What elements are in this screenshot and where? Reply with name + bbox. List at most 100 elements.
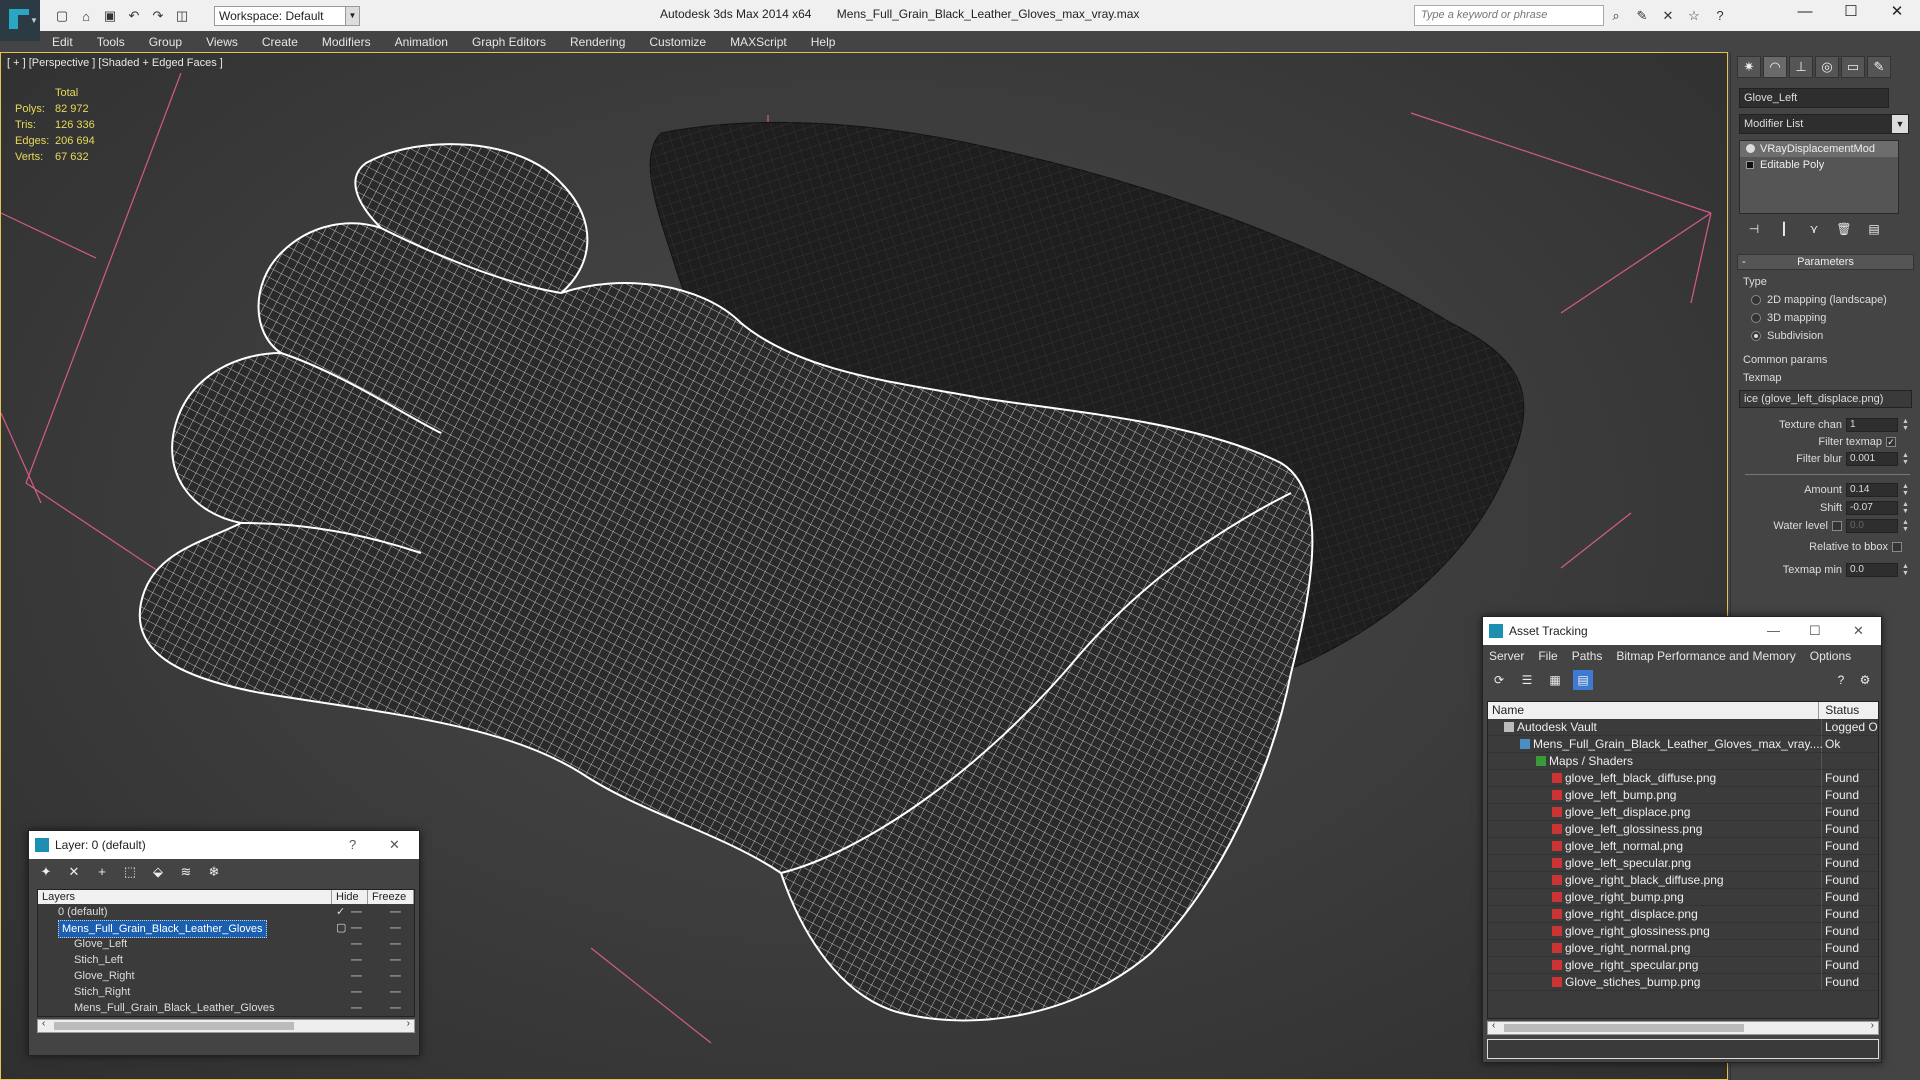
menu-tools[interactable]: Tools [85, 35, 137, 49]
layer-row[interactable]: Glove_Right ━━ ━━ [38, 968, 414, 984]
col-freeze[interactable]: Freeze [368, 890, 414, 904]
texture-chan-spinner[interactable]: 1 [1846, 418, 1898, 432]
select-objects-icon[interactable]: ⬚ [121, 863, 139, 881]
menu-modifiers[interactable]: Modifiers [310, 35, 383, 49]
layer-row[interactable]: Glove_Left ━━ ━━ [38, 936, 414, 952]
menu-help[interactable]: Help [799, 35, 848, 49]
scroll-right-icon[interactable]: › [407, 1018, 410, 1029]
menu-customize[interactable]: Customize [637, 35, 718, 49]
asset-row[interactable]: glove_left_bump.png Found [1488, 787, 1878, 804]
object-name-field[interactable]: Glove_Left [1739, 88, 1889, 108]
scrollbar-thumb[interactable] [1504, 1024, 1744, 1032]
save-file-icon[interactable]: ▣ [100, 6, 120, 26]
close-icon[interactable]: ✕ [1853, 617, 1864, 645]
close-icon[interactable]: ✕ [1874, 0, 1920, 26]
freeze-toggle[interactable]: ━━ [390, 904, 401, 920]
thumbnail-view-icon[interactable]: ▦ [1545, 670, 1565, 690]
dialog-title-bar[interactable]: Layer: 0 (default) ? ✕ [29, 831, 419, 859]
col-status[interactable]: Status [1819, 702, 1878, 719]
hide-toggle[interactable]: ━━ [351, 984, 362, 1000]
asset-row[interactable]: glove_right_black_diffuse.png Found [1488, 872, 1878, 889]
asset-row[interactable]: glove_right_specular.png Found [1488, 957, 1878, 974]
spinner-arrows-icon[interactable]: ▲ ▼ [1902, 563, 1910, 577]
scroll-left-icon[interactable]: ‹ [1492, 1020, 1495, 1031]
asset-row[interactable]: Mens_Full_Grain_Black_Leather_Gloves_max… [1488, 736, 1878, 753]
amount-spinner[interactable]: 0.14 [1846, 483, 1898, 497]
menu-options[interactable]: Options [1810, 649, 1851, 663]
create-tab-icon[interactable]: ✷ [1737, 56, 1761, 78]
freeze-toggle[interactable]: ━━ [390, 1000, 401, 1016]
horizontal-scrollbar[interactable]: ‹ › [1487, 1020, 1879, 1035]
hide-toggle[interactable]: ━━ [351, 952, 362, 968]
freeze-toggle[interactable]: ━━ [390, 936, 401, 952]
binoculars-icon[interactable]: ⌕ [1606, 6, 1626, 26]
redo-icon[interactable]: ↷ [148, 6, 168, 26]
asset-row[interactable]: glove_left_normal.png Found [1488, 838, 1878, 855]
menu-server[interactable]: Server [1489, 649, 1524, 663]
menu-create[interactable]: Create [250, 35, 310, 49]
menu-file[interactable]: File [1538, 649, 1557, 663]
radio-icon[interactable] [1751, 295, 1761, 305]
radio-icon[interactable] [1751, 331, 1761, 341]
minimize-icon[interactable]: — [1767, 617, 1780, 645]
water-level-spinner[interactable]: 0.0 [1846, 519, 1898, 533]
menu-views[interactable]: Views [194, 35, 250, 49]
asset-row[interactable]: Autodesk Vault Logged Ou [1488, 719, 1878, 736]
show-end-result-icon[interactable]: ┃ [1775, 222, 1793, 240]
app-menu-button[interactable]: ▼ [0, 0, 40, 41]
texmap-min-spinner[interactable]: 0.0 [1846, 563, 1898, 577]
shift-spinner[interactable]: -0.07 [1846, 501, 1898, 515]
radio-subdivision[interactable]: Subdivision [1751, 330, 1920, 342]
hide-toggle[interactable]: ━━ [351, 904, 362, 920]
parameters-rollout[interactable]: - Parameters [1737, 254, 1914, 270]
menu-bitmap-performance[interactable]: Bitmap Performance and Memory [1616, 649, 1795, 663]
menu-group[interactable]: Group [137, 35, 194, 49]
freeze-toggle[interactable]: ━━ [390, 952, 401, 968]
minimize-icon[interactable]: — [1782, 0, 1828, 26]
search-input[interactable] [1421, 9, 1597, 21]
asset-row[interactable]: glove_right_normal.png Found [1488, 940, 1878, 957]
stack-item-editable-poly[interactable]: Editable Poly [1740, 157, 1898, 173]
asset-row[interactable]: glove_left_displace.png Found [1488, 804, 1878, 821]
spinner-arrows-icon[interactable]: ▲ ▼ [1902, 418, 1910, 432]
search-box[interactable] [1414, 5, 1604, 26]
freeze-toggle[interactable]: ━━ [390, 984, 401, 1000]
configure-sets-icon[interactable]: ▤ [1865, 222, 1883, 240]
asset-path-field[interactable] [1487, 1039, 1879, 1059]
subscription-icon[interactable]: ✎ [1632, 6, 1652, 26]
refresh-icon[interactable]: ⟳ [1489, 670, 1509, 690]
hide-all-icon[interactable]: ≋ [177, 863, 195, 881]
relative-bbox-checkbox[interactable] [1892, 542, 1902, 552]
maximize-icon[interactable]: ☐ [1809, 617, 1821, 645]
hierarchy-tab-icon[interactable]: ⊥ [1789, 56, 1813, 78]
delete-layer-icon[interactable]: ✕ [65, 863, 83, 881]
active-box-icon[interactable]: ▢ [336, 920, 346, 936]
list-view-icon[interactable]: ☰ [1517, 670, 1537, 690]
maximize-icon[interactable]: ☐ [1828, 0, 1874, 26]
make-unique-icon[interactable]: ⋎ [1805, 222, 1823, 240]
settings-icon[interactable]: ⚙ [1855, 670, 1875, 690]
freeze-toggle[interactable]: ━━ [390, 968, 401, 984]
new-file-icon[interactable]: ▢ [52, 6, 72, 26]
water-level-checkbox[interactable] [1832, 521, 1842, 531]
horizontal-scrollbar[interactable]: ‹ › [37, 1018, 415, 1033]
hide-toggle[interactable]: ━━ [351, 968, 362, 984]
asset-row[interactable]: Glove_stiches_bump.png Found [1488, 974, 1878, 991]
asset-row[interactable]: glove_left_black_diffuse.png Found [1488, 770, 1878, 787]
asset-row[interactable]: Maps / Shaders [1488, 753, 1878, 770]
radio-icon[interactable] [1751, 313, 1761, 323]
menu-maxscript[interactable]: MAXScript [718, 35, 799, 49]
pin-stack-icon[interactable]: ⊣ [1745, 222, 1763, 240]
remove-modifier-icon[interactable]: 🗑 [1835, 222, 1853, 240]
layer-row[interactable]: Mens_Full_Grain_Black_Leather_Gloves ▢ ━━ ━… [38, 920, 414, 938]
hold-icon[interactable]: ◫ [172, 6, 192, 26]
col-name[interactable]: Name [1488, 702, 1820, 719]
add-to-layer-icon[interactable]: + [93, 863, 111, 881]
scrollbar-thumb[interactable] [54, 1022, 294, 1030]
asset-row[interactable]: glove_left_specular.png Found [1488, 855, 1878, 872]
filter-blur-spinner[interactable]: 0.001 [1846, 452, 1898, 466]
menu-paths[interactable]: Paths [1572, 649, 1603, 663]
lightbulb-icon[interactable] [1746, 144, 1755, 153]
highlight-layer-icon[interactable]: ⬙ [149, 863, 167, 881]
hide-toggle[interactable]: ━━ [351, 1000, 362, 1016]
